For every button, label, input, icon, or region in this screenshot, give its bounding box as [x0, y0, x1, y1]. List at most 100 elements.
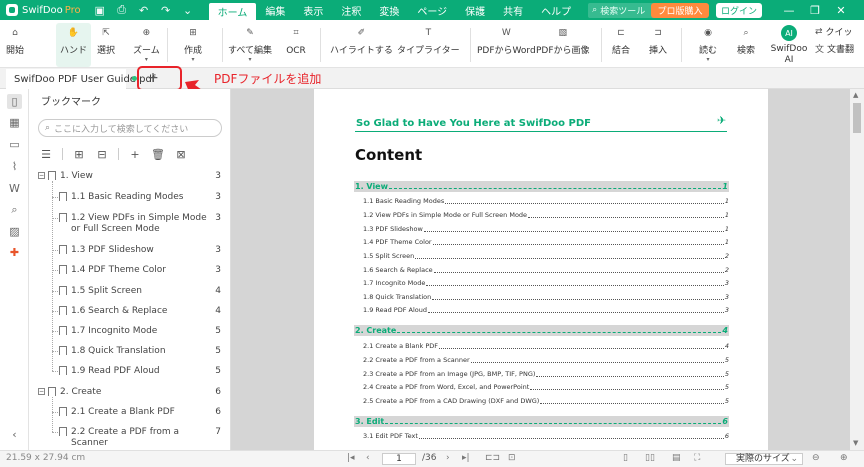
ribbon-tool[interactable]: ▧ PDFから画像 — [536, 23, 590, 57]
redo-icon[interactable]: ↷ — [157, 1, 175, 19]
print-icon[interactable]: ⎙ — [113, 1, 131, 19]
toc-entry-row[interactable]: 2.4 Create a PDF from Word, Excel, and P… — [354, 383, 729, 391]
ribbon-tool[interactable]: W PDFからWord — [477, 23, 536, 57]
toc-leader — [432, 240, 724, 245]
undo-icon[interactable]: ↶ — [135, 1, 153, 19]
toc-entry-row[interactable]: 3.1 Edit PDF Text 6 — [354, 432, 729, 440]
dropdown-chevron-icon: ▾ — [144, 56, 148, 63]
collapse-toggle-icon[interactable]: − — [38, 172, 45, 179]
minimize-icon[interactable]: — — [778, 0, 800, 20]
toc-entry-row[interactable]: 1.8 Quick Translation 3 — [354, 293, 729, 301]
toc-entry-row[interactable]: 1.5 Split Screen 2 — [354, 252, 729, 260]
ribbon-tool[interactable]: ⊕ ズーム ▾ — [133, 23, 160, 63]
delete-bookmark-icon[interactable]: 🗑 — [151, 147, 165, 161]
ribbon-tool[interactable]: AI SwifDoo AI — [768, 23, 810, 66]
merge-icon: ⊏ — [617, 28, 625, 38]
chevron-down-icon: ⌄ — [790, 454, 798, 464]
single-page-icon[interactable]: ▯ — [623, 453, 628, 463]
ribbon-tool[interactable]: ⌗ OCR — [286, 23, 306, 57]
toc-entry-row[interactable]: 2.1 Create a Blank PDF 4 — [354, 342, 729, 350]
zoom-in-icon[interactable]: ⊕ — [840, 453, 848, 463]
menu-item[interactable]: 表示 — [294, 0, 332, 20]
attachment-icon[interactable]: ⌇ — [7, 159, 22, 174]
ribbon-tool[interactable]: ◉ 読む ▾ — [698, 23, 718, 63]
search-panel-icon[interactable]: ⌕ — [7, 202, 22, 217]
bookmark-icon[interactable]: ▯ — [7, 94, 22, 109]
ribbon-tool[interactable]: ⊞ 作成 ▾ — [183, 23, 203, 63]
menu-item[interactable]: 編集 — [256, 0, 294, 20]
ribbon-tool[interactable]: ⊐ 挿入 — [648, 23, 668, 57]
ribbon-tool[interactable]: 文文書翻 — [815, 42, 854, 55]
document-tab[interactable]: SwifDoo PDF User Guide.pdf — [6, 69, 155, 89]
toc-entry-row[interactable]: 1.4 PDF Theme Color 1 — [354, 238, 729, 246]
menu-item[interactable]: 変換 — [370, 0, 408, 20]
collapse-all-icon[interactable]: ⊟ — [95, 147, 109, 161]
buy-pro-button[interactable]: プロ版購入 — [651, 3, 709, 18]
toc-entry-row[interactable]: 1.3 PDF Slideshow 1 — [354, 225, 729, 233]
fit-page-icon[interactable]: ⊡ — [508, 453, 516, 463]
ribbon-tool[interactable]: ✋ ハンド — [56, 23, 92, 67]
menu-item[interactable]: ページ — [408, 0, 456, 20]
menu-item[interactable]: ヘルプ — [532, 0, 580, 20]
login-button[interactable]: ログイン — [716, 3, 762, 18]
ribbon-tool[interactable]: ⌕ 検索 — [736, 23, 756, 57]
toc-entry-row[interactable]: 1.2 View PDFs in Simple Mode or Full Scr… — [354, 211, 729, 219]
ribbon-tool[interactable]: T タイプライター — [397, 23, 460, 57]
panel-title: ブックマーク — [41, 97, 101, 108]
toc-entry-row[interactable]: 2.5 Create a PDF from a CAD Drawing (DXF… — [354, 397, 729, 405]
comments-icon[interactable]: ▭ — [7, 137, 22, 152]
prev-page-icon[interactable]: ‹ — [366, 453, 370, 463]
menu-item[interactable]: 共有 — [494, 0, 532, 20]
delete-all-bookmarks-icon[interactable]: ⊠ — [174, 147, 188, 161]
save-icon[interactable]: ▣ — [91, 1, 109, 19]
zoom-out-icon[interactable]: ⊖ — [812, 453, 820, 463]
bookmark-search-input[interactable]: ⌕ ここに入力して検索してください — [38, 119, 222, 137]
bookmark-page-number: 6 — [215, 407, 221, 417]
ribbon-tool[interactable]: ⇄ クイッ — [815, 25, 853, 39]
word-icon[interactable]: W — [7, 181, 22, 196]
vertical-scrollbar[interactable]: ▲ ▼ — [850, 89, 864, 450]
scroll-view-icon[interactable]: ▤ — [672, 453, 681, 463]
thumbnails-icon[interactable]: ▦ — [7, 115, 22, 130]
more-chevron-icon[interactable]: ⌄ — [179, 1, 197, 19]
toc-section-row[interactable]: 3. Edit 6 — [354, 416, 729, 427]
list-options-icon[interactable]: ☰ — [39, 147, 53, 161]
first-page-icon[interactable]: |◂ — [347, 453, 355, 463]
toc-section-row[interactable]: 2. Create 4 — [354, 325, 729, 336]
toc-leader — [445, 199, 724, 204]
toc-entry-row[interactable]: 2.2 Create a PDF from a Scanner 5 — [354, 356, 729, 364]
expand-all-icon[interactable]: ⊞ — [72, 147, 86, 161]
fit-width-icon[interactable]: ⊏⊐ — [485, 453, 500, 463]
collapse-toggle-icon[interactable]: − — [38, 388, 45, 395]
scrollbar-thumb[interactable] — [853, 103, 861, 133]
scroll-up-icon[interactable]: ▲ — [853, 91, 858, 99]
ribbon-tool[interactable]: ✐ ハイライトする — [330, 23, 393, 57]
restore-icon[interactable]: ❐ — [804, 0, 826, 20]
ribbon-tool[interactable]: ⊏ 結合 — [611, 23, 631, 57]
gift-icon[interactable]: ✚ — [7, 245, 22, 260]
toc-entry-row[interactable]: 1.9 Read PDF Aloud 3 — [354, 306, 729, 314]
collapse-panel-icon[interactable]: ‹ — [7, 427, 22, 442]
menu-item[interactable]: ホーム — [208, 3, 257, 20]
close-icon[interactable]: ✕ — [830, 0, 852, 20]
toc-entry-row[interactable]: 2.3 Create a PDF from an Image (JPG, BMP… — [354, 370, 729, 378]
last-page-icon[interactable]: ▸| — [462, 453, 470, 463]
next-page-icon[interactable]: › — [446, 453, 450, 463]
zoom-select[interactable]: 実際のサイズ ⌄ — [725, 453, 803, 465]
add-bookmark-icon[interactable]: + — [128, 147, 142, 161]
toc-entry-row[interactable]: 1.7 Incognito Mode 3 — [354, 279, 729, 287]
current-page-input[interactable]: 1 — [382, 453, 416, 465]
two-page-icon[interactable]: ▯▯ — [645, 453, 655, 463]
doc-translate-icon: 文 — [815, 45, 825, 55]
scroll-down-icon[interactable]: ▼ — [853, 439, 858, 447]
ribbon-tool[interactable]: ⇱ 選択 — [96, 23, 116, 57]
menu-item[interactable]: 保護 — [456, 0, 494, 20]
toc-section-row[interactable]: 1. View 1 — [354, 181, 729, 192]
fullscreen-icon[interactable]: ⛶ — [694, 453, 700, 463]
menu-item[interactable]: 注釈 — [332, 0, 370, 20]
toc-entry-row[interactable]: 1.6 Search & Replace 2 — [354, 266, 729, 274]
image-icon[interactable]: ▨ — [7, 224, 22, 239]
toc-entry-row[interactable]: 1.1 Basic Reading Modes 1 — [354, 197, 729, 205]
ribbon-tool[interactable]: ✎ すべて編集 ▾ — [228, 23, 272, 63]
ribbon-tool[interactable]: ⌂ 開始 — [5, 23, 25, 57]
